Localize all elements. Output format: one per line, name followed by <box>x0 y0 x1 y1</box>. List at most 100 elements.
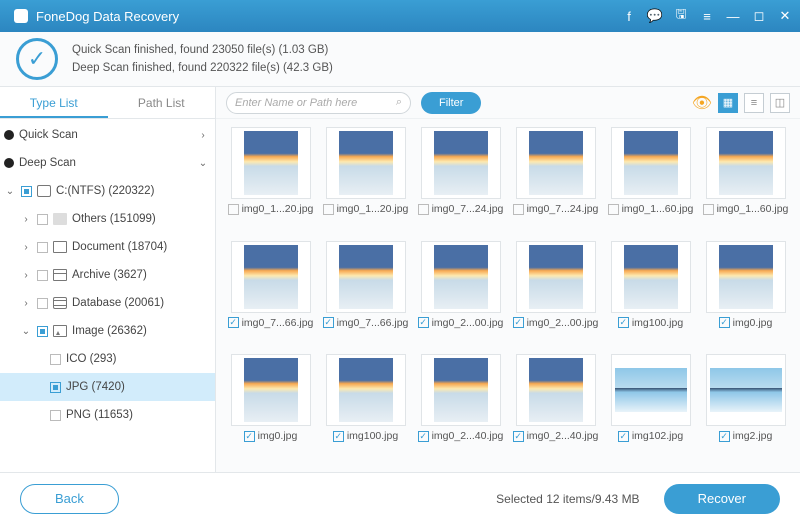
thumbnail-filename: img0_1...60.jpg <box>717 203 789 215</box>
thumbnail-image <box>231 127 311 199</box>
thumbnail-checkbox[interactable] <box>418 204 429 215</box>
thumbnail-filename: img0_1...20.jpg <box>242 203 314 215</box>
thumbnail-checkbox[interactable] <box>228 204 239 215</box>
checkbox-icon[interactable] <box>37 326 48 337</box>
sidebar-tabs: Type List Path List <box>0 87 215 119</box>
thumbnail-filename: img100.jpg <box>347 430 398 442</box>
checkbox-icon[interactable] <box>37 270 48 281</box>
thumbnail-item[interactable]: ✓img0_2...00.jpg <box>416 241 505 351</box>
thumbnail-item[interactable]: img0_7...24.jpg <box>416 127 505 237</box>
thumbnail-checkbox[interactable]: ✓ <box>618 317 629 328</box>
search-icon: ⌕ <box>396 96 402 109</box>
tree-ico[interactable]: ICO (293) <box>0 345 215 373</box>
footer: Back Selected 12 items/9.43 MB Recover <box>0 472 800 524</box>
thumbnail-checkbox[interactable] <box>513 204 524 215</box>
tree-png[interactable]: PNG (11653) <box>0 401 215 429</box>
disk-icon <box>37 185 51 197</box>
thumbnail-item[interactable]: ✓img0_7...66.jpg <box>226 241 315 351</box>
thumbnail-item[interactable]: ✓img0_2...40.jpg <box>416 354 505 464</box>
thumbnail-checkbox[interactable] <box>703 204 714 215</box>
titlebar: FoneDog Data Recovery f 💬 🖫 ≡ — ◻ ✕ <box>0 0 800 32</box>
chevron-right-icon: › <box>20 270 32 281</box>
thumbnail-checkbox[interactable]: ✓ <box>513 431 524 442</box>
share-facebook-icon[interactable]: f <box>622 9 636 23</box>
bullet-icon <box>4 130 14 140</box>
thumbnail-item[interactable]: ✓img102.jpg <box>606 354 695 464</box>
thumbnail-item[interactable]: ✓img2.jpg <box>701 354 790 464</box>
checkbox-icon[interactable] <box>37 242 48 253</box>
back-button[interactable]: Back <box>20 484 119 514</box>
tab-type-list[interactable]: Type List <box>0 87 108 118</box>
thumbnail-item[interactable]: img0_1...20.jpg <box>321 127 410 237</box>
app-logo <box>14 9 28 23</box>
checkbox-icon[interactable] <box>37 298 48 309</box>
tree-document[interactable]: › Document (18704) <box>0 233 215 261</box>
maximize-icon[interactable]: ◻ <box>752 9 766 23</box>
thumbnail-filename: img0_1...20.jpg <box>337 203 409 215</box>
menu-icon[interactable]: ≡ <box>700 9 714 23</box>
thumbnail-item[interactable]: ✓img0_2...40.jpg <box>511 354 600 464</box>
save-icon[interactable]: 🖫 <box>674 9 688 23</box>
tree-others[interactable]: › Others (151099) <box>0 205 215 233</box>
thumbnail-checkbox[interactable]: ✓ <box>333 431 344 442</box>
filter-button[interactable]: Filter <box>421 92 481 114</box>
deep-scan-status: Deep Scan finished, found 220322 file(s)… <box>72 59 333 77</box>
thumbnail-item[interactable]: ✓img0_7...66.jpg <box>321 241 410 351</box>
tree-deep-scan[interactable]: Deep Scan ⌄ <box>0 149 215 177</box>
window-controls: f 💬 🖫 ≡ — ◻ ✕ <box>622 9 792 23</box>
thumbnail-item[interactable]: ✓img0_2...00.jpg <box>511 241 600 351</box>
checkbox-icon[interactable] <box>50 354 61 365</box>
thumbnail-item[interactable]: img0_1...20.jpg <box>226 127 315 237</box>
view-detail-button[interactable]: ◫ <box>770 93 790 113</box>
thumbnail-checkbox[interactable]: ✓ <box>513 317 524 328</box>
recover-button[interactable]: Recover <box>664 484 780 514</box>
thumbnail-image <box>516 127 596 199</box>
tree-database[interactable]: › Database (20061) <box>0 289 215 317</box>
thumbnail-checkbox[interactable]: ✓ <box>719 431 730 442</box>
thumbnail-filename: img0_2...00.jpg <box>432 317 504 329</box>
thumbnail-filename: img0_2...00.jpg <box>527 317 599 329</box>
tree-archive[interactable]: › Archive (3627) <box>0 261 215 289</box>
thumbnail-item[interactable]: ✓img100.jpg <box>606 241 695 351</box>
thumbnail-filename: img102.jpg <box>632 430 683 442</box>
view-list-button[interactable]: ≡ <box>744 93 764 113</box>
minimize-icon[interactable]: — <box>726 9 740 23</box>
thumbnail-checkbox[interactable] <box>608 204 619 215</box>
tree-jpg[interactable]: JPG (7420) <box>0 373 215 401</box>
thumbnail-filename: img0_2...40.jpg <box>432 430 504 442</box>
feedback-icon[interactable]: 💬 <box>648 9 662 23</box>
thumbnail-item[interactable]: ✓img0.jpg <box>226 354 315 464</box>
checkbox-icon[interactable] <box>37 214 48 225</box>
thumbnail-image <box>611 354 691 426</box>
chevron-down-icon: ⌄ <box>4 186 16 197</box>
search-placeholder: Enter Name or Path here <box>235 97 396 109</box>
thumbnail-checkbox[interactable]: ✓ <box>323 317 334 328</box>
view-grid-button[interactable]: ▦ <box>718 93 738 113</box>
tree-quick-scan[interactable]: Quick Scan › <box>0 121 215 149</box>
thumbnail-item[interactable]: img0_1...60.jpg <box>701 127 790 237</box>
thumbnail-checkbox[interactable]: ✓ <box>418 431 429 442</box>
thumbnail-checkbox[interactable]: ✓ <box>244 431 255 442</box>
tree-disk[interactable]: ⌄ C:(NTFS) (220322) <box>0 177 215 205</box>
main-area: Type List Path List Quick Scan › Deep Sc… <box>0 87 800 472</box>
checkbox-icon[interactable] <box>50 410 61 421</box>
thumbnail-checkbox[interactable]: ✓ <box>228 317 239 328</box>
thumbnail-image <box>516 241 596 313</box>
tree-image[interactable]: ⌄ Image (26362) <box>0 317 215 345</box>
tab-path-list[interactable]: Path List <box>108 87 216 118</box>
thumbnail-checkbox[interactable]: ✓ <box>618 431 629 442</box>
search-input[interactable]: Enter Name or Path here ⌕ <box>226 92 411 114</box>
thumbnail-checkbox[interactable]: ✓ <box>418 317 429 328</box>
view-controls: 👁 ▦ ≡ ◫ <box>692 93 790 113</box>
tree: Quick Scan › Deep Scan ⌄ ⌄ C:(NTFS) (220… <box>0 119 215 472</box>
thumbnail-item[interactable]: ✓img100.jpg <box>321 354 410 464</box>
thumbnail-item[interactable]: img0_1...60.jpg <box>606 127 695 237</box>
checkbox-icon[interactable] <box>21 186 32 197</box>
thumbnail-checkbox[interactable] <box>323 204 334 215</box>
preview-toggle-icon[interactable]: 👁 <box>692 93 712 113</box>
close-icon[interactable]: ✕ <box>778 9 792 23</box>
checkbox-icon[interactable] <box>50 382 61 393</box>
thumbnail-item[interactable]: img0_7...24.jpg <box>511 127 600 237</box>
thumbnail-checkbox[interactable]: ✓ <box>719 317 730 328</box>
thumbnail-item[interactable]: ✓img0.jpg <box>701 241 790 351</box>
